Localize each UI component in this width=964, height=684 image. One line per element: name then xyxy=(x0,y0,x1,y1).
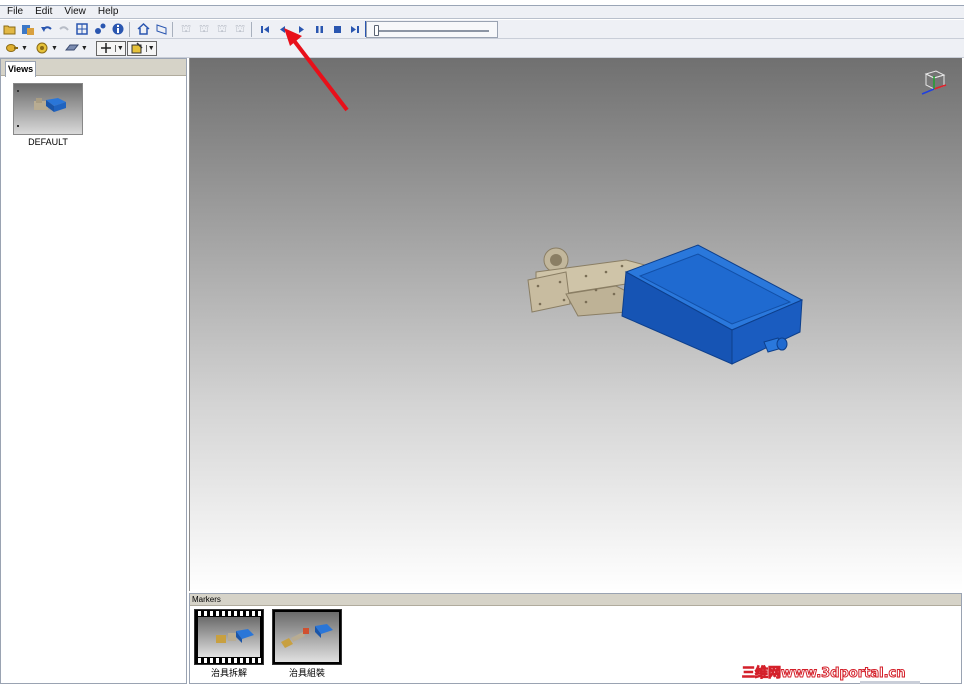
app-window: File Edit View Help ⛫ ⛫ ⛫ ⛫ ▼ ▼ ▼ ▼ ▼ Vi… xyxy=(0,0,964,684)
3d-model[interactable] xyxy=(526,242,806,375)
3d-viewport[interactable] xyxy=(189,58,962,591)
camera-1-icon[interactable]: ⛫ xyxy=(178,21,194,37)
render-toolbar: ▼ ▼ ▼ ▼ ▼ xyxy=(0,39,964,58)
fit-all-icon[interactable] xyxy=(74,21,90,37)
perspective-icon[interactable] xyxy=(153,21,169,37)
view-thumbnail-default[interactable] xyxy=(13,83,83,135)
views-header: Views xyxy=(1,59,186,77)
view-label-default: DEFAULT xyxy=(28,137,68,147)
view-cube-icon[interactable] xyxy=(916,68,950,101)
toolbar-separator xyxy=(172,21,173,37)
open-icon[interactable] xyxy=(2,21,18,37)
main-toolbar: ⛫ ⛫ ⛫ ⛫ xyxy=(0,20,964,39)
toolbar-separator xyxy=(129,21,130,37)
select-tool-group: ▼ xyxy=(126,40,157,56)
info-icon[interactable] xyxy=(110,21,126,37)
pause-icon[interactable] xyxy=(311,21,327,37)
chevron-down-icon[interactable]: ▼ xyxy=(145,44,155,52)
undo-icon[interactable] xyxy=(38,21,54,37)
menu-view[interactable]: View xyxy=(64,6,86,18)
watermark-text: 三维网www.3dportal.cn xyxy=(741,666,906,682)
menu-bar: File Edit View Help xyxy=(0,6,964,19)
pan-tool-icon[interactable] xyxy=(98,40,114,56)
chevron-down-icon[interactable]: ▼ xyxy=(51,45,58,52)
light-icon[interactable] xyxy=(4,40,20,56)
go-to-start-icon[interactable] xyxy=(257,21,273,37)
marker-thumbnail[interactable] xyxy=(194,609,264,665)
timeline-track xyxy=(377,30,489,32)
menu-help[interactable]: Help xyxy=(98,6,119,18)
camera-3-icon[interactable]: ⛫ xyxy=(214,21,230,37)
marker-label: 治具拆解 xyxy=(210,668,247,678)
chevron-down-icon[interactable]: ▼ xyxy=(81,45,88,52)
tab-views[interactable]: Views xyxy=(5,61,36,77)
home-view-icon[interactable] xyxy=(135,21,151,37)
camera-2-icon[interactable]: ⛫ xyxy=(196,21,212,37)
play-icon[interactable] xyxy=(293,21,309,37)
stop-icon[interactable] xyxy=(329,21,345,37)
marker-label: 治具組裝 xyxy=(288,668,325,678)
markers-header: Markers xyxy=(190,594,961,606)
go-to-end-icon[interactable] xyxy=(347,21,363,37)
pan-tool-group: ▼ xyxy=(95,40,126,56)
toolbar-separator xyxy=(251,21,252,37)
select-tool-icon[interactable] xyxy=(129,40,145,56)
render-mode-icon[interactable] xyxy=(64,40,80,56)
timeline-slider[interactable] xyxy=(366,21,498,38)
import-icon[interactable] xyxy=(20,21,36,37)
views-panel: Views DEFAULT xyxy=(0,58,187,684)
explode-icon[interactable] xyxy=(92,21,108,37)
camera-4-icon[interactable]: ⛫ xyxy=(232,21,248,37)
marker-thumbnail[interactable] xyxy=(272,609,342,665)
material-icon[interactable] xyxy=(34,40,50,56)
step-back-icon[interactable] xyxy=(275,21,291,37)
menu-edit[interactable]: Edit xyxy=(35,6,52,18)
chevron-down-icon[interactable]: ▼ xyxy=(21,45,28,52)
timeline-thumb[interactable] xyxy=(374,25,379,36)
menu-file[interactable]: File xyxy=(7,6,23,18)
redo-icon[interactable] xyxy=(56,21,72,37)
chevron-down-icon[interactable]: ▼ xyxy=(114,44,124,52)
